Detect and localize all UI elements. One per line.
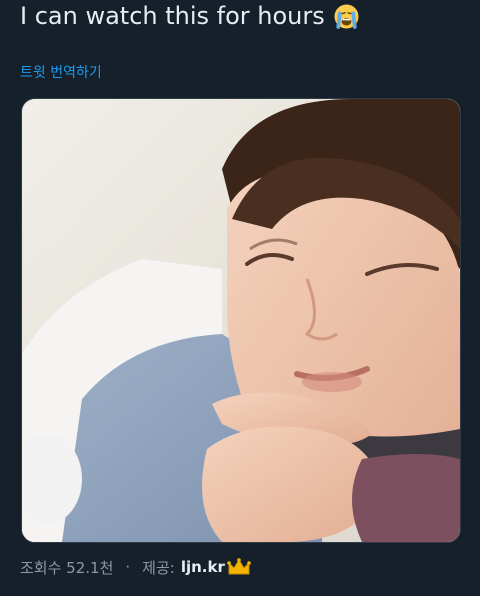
tweet-text: I can watch this for hours (20, 0, 360, 32)
view-count: 조회수 52.1천 (20, 558, 114, 577)
tweet-text-content: I can watch this for hours (20, 2, 325, 30)
meta-separator: · (125, 558, 131, 576)
tweet-detail-page: I can watch this for hours 트윗 번역하기 조회수 5… (0, 0, 480, 596)
source-label: 제공: (142, 558, 175, 577)
source-link[interactable]: ljn.kr (181, 558, 225, 576)
tweet-media-video[interactable] (21, 98, 461, 543)
crown-icon (227, 558, 251, 576)
video-frame (22, 99, 460, 542)
tweet-meta: 조회수 52.1천 · 제공: ljn.kr (20, 555, 251, 579)
loudly-crying-face-icon (333, 3, 360, 30)
translate-tweet-link[interactable]: 트윗 번역하기 (20, 63, 102, 83)
